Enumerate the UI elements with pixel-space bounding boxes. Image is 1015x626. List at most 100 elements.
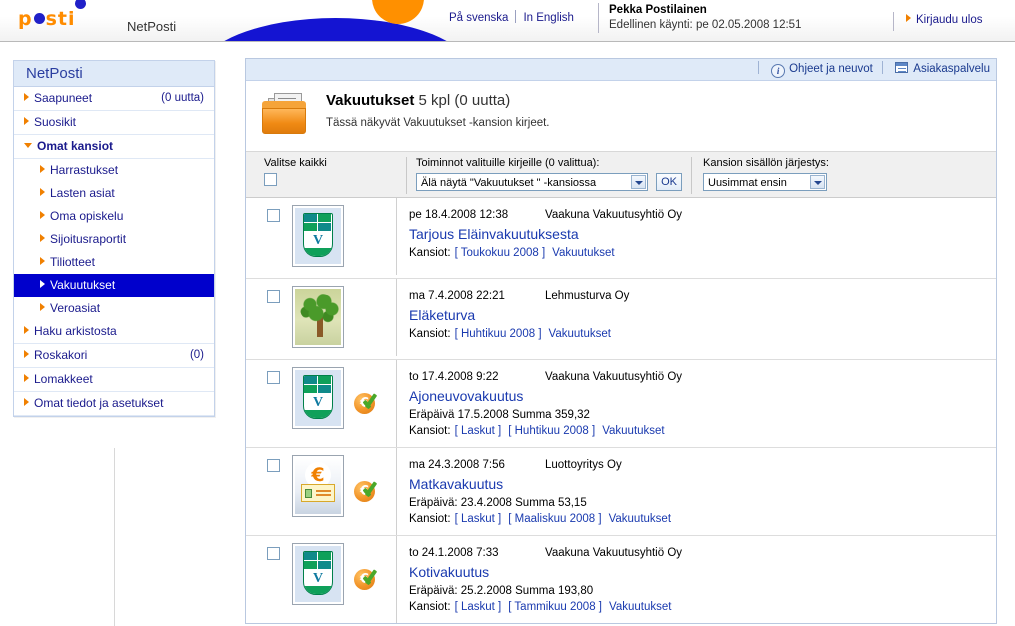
message-thumbnail[interactable]: V <box>292 205 344 267</box>
message-thumbnail[interactable]: V <box>292 367 344 429</box>
message-checkbox[interactable] <box>267 371 280 384</box>
folder-with-documents-icon <box>260 93 310 137</box>
posti-logo[interactable]: p sti <box>18 0 86 30</box>
message-folder-link[interactable]: Vakuutukset <box>552 247 614 259</box>
message-folder-link[interactable]: [ Huhtikuu 2008 ] <box>455 328 542 340</box>
message-folder-link[interactable]: Vakuutukset <box>549 328 611 340</box>
sidebar-item-omat-kansiot[interactable]: Omat kansiot <box>14 135 214 159</box>
chevron-right-icon <box>24 350 29 358</box>
sidebar-item-saapuneet[interactable]: Saapuneet (0 uutta) <box>14 87 214 111</box>
app-name: NetPosti <box>127 19 177 34</box>
sidebar-item-label: Haku arkistosta <box>34 324 117 338</box>
logout-link[interactable]: Kirjaudu ulos <box>906 14 982 26</box>
message-checkbox[interactable] <box>267 459 280 472</box>
select-all-checkbox[interactable] <box>264 173 277 186</box>
chevron-right-icon <box>40 257 45 265</box>
message-sender: Vaakuna Vakuutusyhtiö Oy <box>545 209 683 221</box>
main-panel: i Ohjeet ja neuvot Asiakaspalvelu Vakuutu… <box>245 58 997 624</box>
customer-service-link[interactable]: Asiakaspalvelu <box>895 62 990 75</box>
sidebar-item-label: Sijoitusraportit <box>50 232 127 246</box>
tree-crown-icon <box>300 294 340 324</box>
sidebar-item-label: Omat tiedot ja asetukset <box>34 396 164 410</box>
logo-text-before: p <box>18 8 33 30</box>
logo-dot-icon <box>75 0 86 9</box>
message-body: pe 18.4.2008 12:38 Vaakuna Vakuutusyhtiö … <box>396 198 996 275</box>
message-checkbox[interactable] <box>267 290 280 303</box>
logo-text-after: sti <box>45 8 76 30</box>
message-subject-link[interactable]: Ajoneuvovakuutus <box>409 386 986 406</box>
chevron-down-icon <box>631 175 646 189</box>
help-link[interactable]: i Ohjeet ja neuvot <box>771 63 873 78</box>
message-folders-prefix: Kansiot: <box>409 601 451 613</box>
message-thumbnail[interactable]: € <box>292 455 344 517</box>
sort-select[interactable]: Uusimmat ensin <box>703 173 827 191</box>
message-subject-link[interactable]: Eläketurva <box>409 305 986 325</box>
language-links: På svenska In English <box>449 10 574 24</box>
message-sender: Vaakuna Vakuutusyhtiö Oy <box>545 371 683 383</box>
message-folder-link[interactable]: Vakuutukset <box>609 513 671 525</box>
message-folder-link[interactable]: [ Laskut ] <box>455 601 502 613</box>
message-subject-link[interactable]: Tarjous Eläinvakuutuksesta <box>409 224 986 244</box>
message-subject-link[interactable]: Kotivakuutus <box>409 562 986 582</box>
message-date: ma 7.4.2008 22:21 <box>409 290 505 302</box>
sidebar-item-sijoitusraportit[interactable]: Sijoitusraportit <box>14 228 214 251</box>
checkmark-icon <box>363 567 382 586</box>
message-thumbnail[interactable] <box>292 286 344 348</box>
message-subject-link[interactable]: Matkavakuutus <box>409 474 986 494</box>
sort-column: Kansion sisällön järjestys: Uusimmat ens… <box>691 157 829 194</box>
sidebar-item-suosikit[interactable]: Suosikit <box>14 111 214 135</box>
language-link-swedish[interactable]: På svenska <box>449 12 508 24</box>
invoice-card-icon <box>301 484 335 502</box>
message-folder-link[interactable]: Vakuutukset <box>602 425 664 437</box>
ok-button[interactable]: OK <box>656 173 683 191</box>
user-name: Pekka Postilainen <box>609 4 707 16</box>
chevron-down-icon <box>810 175 825 189</box>
sidebar-item-lasten-asiat[interactable]: Lasten asiat <box>14 182 214 205</box>
message-checkbox[interactable] <box>267 547 280 560</box>
shield-logo: V <box>295 546 341 602</box>
message-thumbnail[interactable]: V <box>292 543 344 605</box>
sidebar-item-tiliotteet[interactable]: Tiliotteet <box>14 251 214 274</box>
message-row[interactable]: € € ma 24.3.2008 7:56 Luottoyritys Oy Matkav… <box>246 448 996 536</box>
message-folder-link[interactable]: [ Laskut ] <box>455 425 502 437</box>
logout-container: Kirjaudu ulos <box>893 12 982 31</box>
customer-service-icon <box>895 62 909 73</box>
message-folder-link[interactable]: Vakuutukset <box>609 601 671 613</box>
sidebar-item-harrastukset[interactable]: Harrastukset <box>14 159 214 182</box>
message-row[interactable]: V € to 17.4.2008 9:22 Vaakuna Vakuutusyhtiö… <box>246 360 996 448</box>
sidebar-item-label: Saapuneet <box>34 91 93 105</box>
sidebar-item-omat-tiedot-ja-asetukset[interactable]: Omat tiedot ja asetukset <box>14 392 214 416</box>
sidebar-item-veroasiat[interactable]: Veroasiat <box>14 297 214 320</box>
message-row[interactable]: ma 7.4.2008 22:21 Lehmusturva Oy Eläketurv… <box>246 279 996 360</box>
language-link-english[interactable]: In English <box>523 12 574 24</box>
sidebar-item-vakuutukset[interactable]: Vakuutukset <box>14 274 214 297</box>
shield-shape-icon: V <box>303 551 333 595</box>
message-body: ma 24.3.2008 7:56 Luottoyritys Oy Matkavak… <box>396 448 996 535</box>
sidebar-item-roskakori[interactable]: Roskakori (0) <box>14 344 214 368</box>
sidebar-item-oma-opiskelu[interactable]: Oma opiskelu <box>14 205 214 228</box>
message-folders: Kansiot: [ Laskut ] [ Huhtikuu 2008 ] Vakuu… <box>409 423 986 439</box>
message-folder-link[interactable]: [ Toukokuu 2008 ] <box>455 247 546 259</box>
message-folder-link[interactable]: [ Maaliskuu 2008 ] <box>508 513 601 525</box>
chevron-right-icon <box>40 280 45 288</box>
sidebar-item-label: Suosikit <box>34 115 77 129</box>
actions-select-value: Älä näytä "Vakuutukset " -kansiossa <box>421 177 597 189</box>
message-folder-link[interactable]: [ Laskut ] <box>455 513 502 525</box>
actions-select[interactable]: Älä näytä "Vakuutukset " -kansiossa <box>416 173 648 191</box>
message-folder-link[interactable]: [ Tammikuu 2008 ] <box>508 601 602 613</box>
sidebar-item-label: Veroasiat <box>50 301 101 315</box>
message-row[interactable]: V € to 24.1.2008 7:33 Vaakuna Vakuutusyhtiö… <box>246 536 996 623</box>
message-date: to 24.1.2008 7:33 <box>409 547 499 559</box>
sidebar-item-haku-arkistosta[interactable]: Haku arkistosta <box>14 320 214 344</box>
sidebar-item-lomakkeet[interactable]: Lomakkeet <box>14 368 214 392</box>
sidebar-item-label: Roskakori <box>34 348 88 362</box>
message-folder-link[interactable]: [ Huhtikuu 2008 ] <box>508 425 595 437</box>
message-meta: to 17.4.2008 9:22 Vaakuna Vakuutusyhtiö O… <box>409 369 986 385</box>
chevron-right-icon <box>24 374 29 382</box>
chevron-right-icon <box>40 303 45 311</box>
message-row[interactable]: Vpe 18.4.2008 12:38 Vaakuna Vakuutusyhtiö… <box>246 198 996 279</box>
message-checkbox[interactable] <box>267 209 280 222</box>
folder-title-row: Vakuutukset 5 kpl (0 uutta) <box>326 91 996 111</box>
message-sender: Lehmusturva Oy <box>545 290 630 302</box>
chevron-right-icon <box>24 398 29 406</box>
